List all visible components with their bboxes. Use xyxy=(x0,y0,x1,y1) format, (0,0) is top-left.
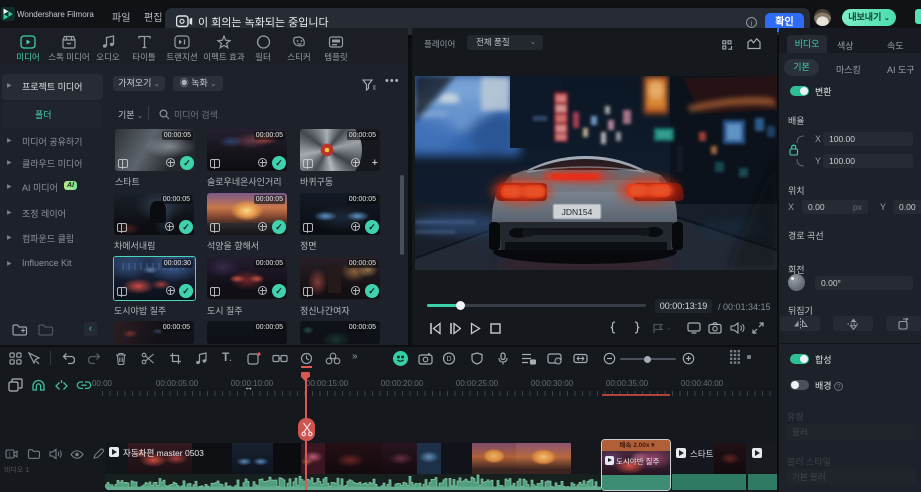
svg-text:1: 1 xyxy=(8,453,11,459)
svg-text:D: D xyxy=(446,356,451,363)
